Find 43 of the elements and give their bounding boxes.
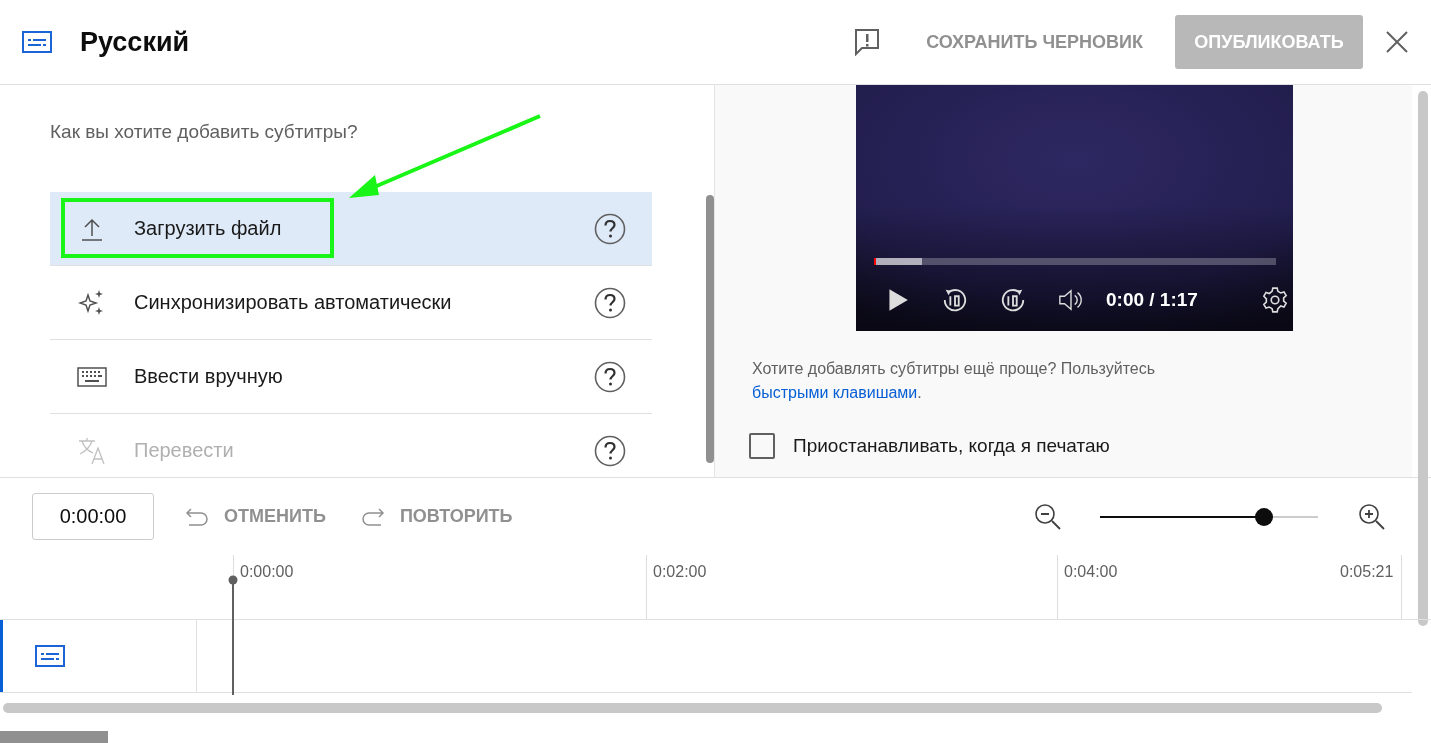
timecode-field[interactable]: 0:00:00 — [32, 493, 154, 540]
slider-thumb[interactable] — [1254, 507, 1273, 526]
undo-icon — [184, 506, 210, 527]
subtitles-icon — [22, 31, 52, 53]
settings-icon[interactable] — [1261, 287, 1288, 313]
method-option[interactable]: Загрузить файл — [50, 192, 652, 266]
help-icon[interactable] — [594, 212, 626, 245]
zoom-in-icon[interactable] — [1358, 502, 1386, 531]
shortcuts-link[interactable]: быстрыми клавишами — [752, 384, 918, 401]
feedback-icon[interactable] — [854, 28, 881, 56]
time-label: 0:00:00 — [240, 563, 294, 580]
pause-checkbox[interactable] — [749, 433, 775, 459]
rewind-10-icon[interactable] — [942, 287, 968, 313]
save-draft-button[interactable]: СОХРАНИТЬ ЧЕРНОВИК — [914, 23, 1155, 61]
help-icon[interactable] — [594, 286, 626, 319]
video-time: 0:00 / 1:17 — [1106, 289, 1198, 311]
method-option[interactable]: Синхронизировать автоматически — [50, 266, 652, 340]
volume-icon[interactable] — [1058, 287, 1084, 313]
upload-icon — [81, 216, 103, 241]
scrollbar-thumb[interactable] — [1418, 91, 1428, 626]
scrollbar-thumb[interactable] — [706, 195, 714, 463]
forward-10-icon[interactable] — [1000, 287, 1026, 313]
question-text: Как вы хотите добавить субтитры? — [50, 121, 359, 143]
scrollbar-thumb[interactable] — [0, 731, 108, 743]
help-icon[interactable] — [594, 360, 626, 393]
redo-button[interactable]: ПОВТОРИТЬ — [355, 506, 517, 527]
method-option[interactable]: Ввести вручную — [50, 340, 652, 414]
time-label: 0:04:00 — [1064, 563, 1118, 580]
checkbox-label: Приостанавливать, когда я печатаю — [793, 435, 1110, 457]
playhead[interactable] — [228, 575, 238, 695]
shortcuts-tip: Хотите добавлять субтитры ещё проще? Пользуйтесь быстрыми клавишами. — [752, 359, 1157, 403]
scrollbar-thumb[interactable] — [3, 703, 1382, 713]
zoom-out-icon[interactable] — [1034, 502, 1062, 531]
close-icon[interactable] — [1385, 30, 1409, 54]
subtitle-track-header[interactable] — [0, 620, 197, 692]
time-label: 0:05:21 — [1340, 563, 1394, 582]
undo-button[interactable]: ОТМЕНИТЬ — [180, 506, 330, 527]
redo-icon — [359, 506, 386, 527]
dialog-title: Русский — [80, 26, 190, 58]
subtitles-icon — [35, 645, 65, 667]
keyboard-icon — [77, 366, 107, 387]
translate-icon — [77, 435, 107, 466]
time-label: 0:02:00 — [653, 563, 707, 580]
